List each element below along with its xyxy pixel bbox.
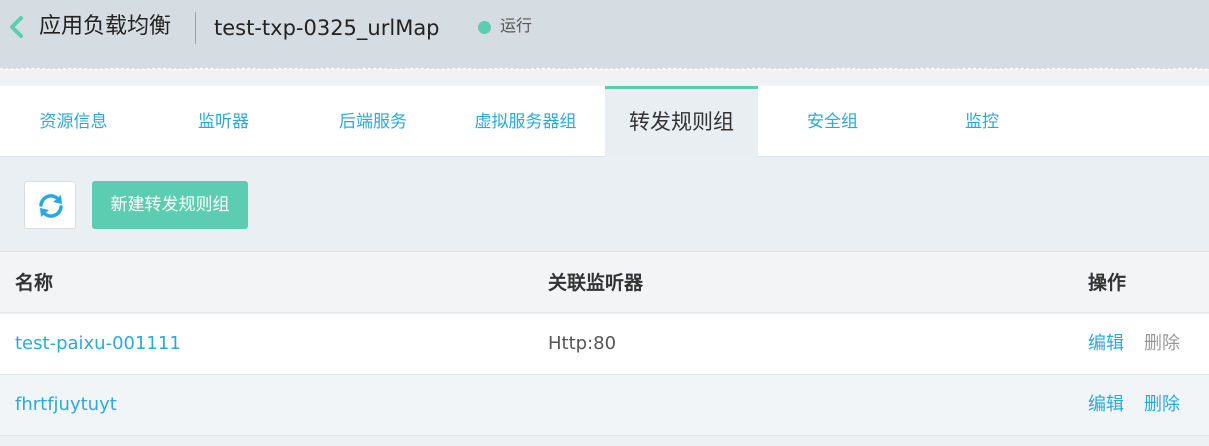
table-header: 名称 关联监听器 操作 bbox=[0, 252, 1209, 313]
associated-listener: Http:80 bbox=[548, 333, 617, 354]
delete-link[interactable]: 删除 bbox=[1144, 375, 1180, 435]
new-rule-group-button[interactable]: 新建转发规则组 bbox=[92, 181, 248, 229]
table-row: fhrtfjuytuyt 编辑 删除 bbox=[0, 375, 1209, 436]
tab-resource-info[interactable]: 资源信息 bbox=[0, 86, 147, 157]
delete-link-disabled: 删除 bbox=[1144, 333, 1180, 354]
tab-backend-services[interactable]: 后端服务 bbox=[300, 86, 446, 157]
status-text: 运行 bbox=[500, 16, 533, 35]
tab-listeners[interactable]: 监听器 bbox=[147, 86, 300, 157]
refresh-button[interactable] bbox=[24, 181, 76, 229]
edit-link[interactable]: 编辑 bbox=[1088, 375, 1124, 435]
title-divider bbox=[195, 12, 196, 44]
table-row: test-paixu-001111 Http:80 编辑 删除 bbox=[0, 314, 1209, 375]
column-header-listener: 关联监听器 bbox=[548, 272, 644, 294]
edit-link[interactable]: 编辑 bbox=[1088, 314, 1124, 374]
page-title: 应用负载均衡 bbox=[39, 14, 172, 39]
toolbar: 新建转发规则组 bbox=[0, 157, 1209, 252]
instance-name: test-txp-0325_urlMap bbox=[214, 16, 440, 40]
page-header: 应用负载均衡 test-txp-0325_urlMap 运行 bbox=[0, 0, 1209, 66]
header-divider bbox=[0, 66, 1209, 86]
tab-bar: 资源信息 监听器 后端服务 虚拟服务器组 转发规则组 安全组 监控 bbox=[0, 86, 1209, 157]
status-dot-icon bbox=[478, 21, 491, 34]
tab-monitoring[interactable]: 监控 bbox=[907, 86, 1057, 157]
tab-forwarding-rule-groups[interactable]: 转发规则组 bbox=[605, 86, 758, 157]
rule-group-name-link[interactable]: fhrtfjuytuyt bbox=[15, 375, 117, 435]
column-header-actions: 操作 bbox=[1088, 272, 1127, 294]
refresh-icon bbox=[39, 194, 63, 218]
tab-virtual-server-groups[interactable]: 虚拟服务器组 bbox=[446, 86, 605, 157]
column-header-name: 名称 bbox=[15, 272, 54, 294]
tab-security-groups[interactable]: 安全组 bbox=[758, 86, 907, 157]
back-chevron-icon[interactable] bbox=[6, 14, 28, 40]
rule-group-name-link[interactable]: test-paixu-001111 bbox=[15, 314, 181, 374]
